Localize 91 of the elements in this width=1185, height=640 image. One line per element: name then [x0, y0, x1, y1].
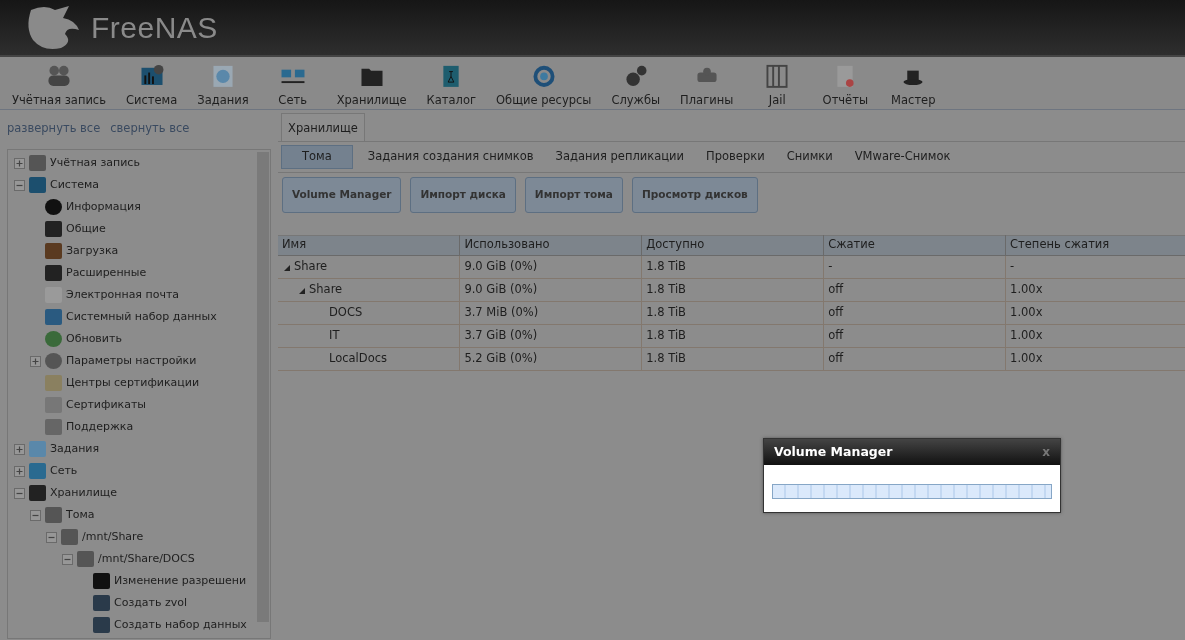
tree-item[interactable]: Обновить [66, 331, 122, 348]
table-cell: 3.7 GiB (0%) [459, 324, 642, 347]
table-cell: - [1005, 255, 1185, 278]
column-header: Степень сжатия [1005, 235, 1185, 255]
tree-item[interactable]: Центры сертификации [66, 375, 200, 392]
column-header: Использовано [459, 235, 642, 255]
toolbar-button[interactable]: Плагины [674, 57, 740, 109]
tree-item[interactable]: Тома [66, 507, 95, 524]
table-cell: off [823, 301, 1006, 324]
triangle-icon[interactable] [299, 286, 305, 295]
logo-text: FreeNAS [91, 10, 218, 46]
table-cell: 1.8 TiB [641, 301, 824, 324]
table-cell: 9.0 GiB (0%) [459, 278, 642, 301]
toolbar-button[interactable]: Каталог [420, 57, 482, 109]
close-button[interactable]: x [1042, 443, 1050, 461]
table-cell: 1.8 TiB [641, 324, 824, 347]
name-text: Share [309, 281, 343, 296]
tab[interactable]: VMware-Снимок [847, 145, 958, 169]
tab[interactable]: Снимки [779, 145, 840, 169]
tree-item[interactable]: /mnt/Share/DOCS [98, 551, 195, 568]
expand-icon[interactable] [30, 355, 41, 367]
tree-item[interactable]: Задания [50, 441, 100, 458]
collapse-icon[interactable] [46, 531, 57, 543]
collapse-icon[interactable] [62, 553, 73, 565]
table-cell: - [823, 255, 1006, 278]
expand-icon[interactable] [14, 443, 25, 455]
tree-item[interactable]: Сеть [50, 463, 78, 480]
name-text: DOCS [329, 304, 363, 319]
tree-item[interactable]: Система [50, 177, 100, 194]
toolbar-button[interactable]: Хранилище [330, 57, 413, 109]
tab[interactable]: Тома [281, 145, 353, 169]
collapse-icon[interactable] [14, 179, 25, 191]
toolbar-button[interactable]: Службы [605, 57, 667, 109]
action-button[interactable]: Просмотр дисков [631, 176, 758, 213]
table-cell: 1.8 TiB [641, 255, 824, 278]
table-cell: 1.00x [1005, 278, 1185, 301]
toolbar-button[interactable]: Задания [191, 57, 255, 109]
collapse-icon[interactable] [30, 509, 41, 521]
collapse-icon[interactable] [14, 487, 25, 499]
table-cell: off [823, 347, 1006, 370]
name-text: LocalDocs [329, 350, 387, 365]
tree-item[interactable]: Информация [66, 199, 141, 216]
dialog-title: Volume Manager [774, 442, 893, 461]
link[interactable]: свернуть все [110, 121, 190, 135]
table-cell: off [823, 278, 1006, 301]
tree-item[interactable]: Параметры настройки [66, 353, 197, 370]
tree-item[interactable]: Создать набор данных [114, 617, 247, 634]
action-button[interactable]: Импорт диска [410, 176, 516, 213]
tree-item[interactable]: Системный набор данных [66, 309, 217, 326]
tree-item[interactable]: Общие [66, 221, 106, 238]
tab[interactable]: Хранилище [281, 113, 365, 142]
triangle-icon[interactable] [284, 263, 290, 272]
toolbar-button[interactable]: Сеть [262, 57, 323, 109]
expand-icon[interactable] [14, 157, 25, 169]
toolbar-button[interactable]: Общие ресурсы [490, 57, 598, 109]
tree-item[interactable]: Хранилище [50, 485, 117, 502]
name-text: Share [294, 258, 328, 273]
toolbar-button[interactable]: Отчёты [815, 57, 876, 109]
table-cell: 3.7 MiB (0%) [459, 301, 642, 324]
tree-item[interactable]: Изменение разрешени [114, 573, 247, 590]
toolbar-button[interactable]: Мастер [883, 57, 944, 109]
table-cell: 1.8 TiB [641, 347, 824, 370]
table-cell: 1.00x [1005, 324, 1185, 347]
column-header: Сжатие [823, 235, 1006, 255]
action-button[interactable]: Импорт тома [524, 176, 623, 213]
toolbar-button[interactable]: Учётная запись [6, 57, 112, 109]
table-cell: 1.00x [1005, 347, 1185, 370]
table-cell: 5.2 GiB (0%) [459, 347, 642, 370]
tree-item[interactable]: Поддержка [66, 419, 134, 436]
action-button[interactable]: Volume Manager [282, 176, 402, 213]
name-text: IT [329, 327, 340, 342]
toolbar-button[interactable]: Jail [747, 57, 808, 109]
tree-item[interactable]: Электронная почта [66, 287, 180, 304]
table-cell: off [823, 324, 1006, 347]
expand-icon[interactable] [14, 465, 25, 477]
tree-item[interactable]: Создать zvol [114, 595, 188, 612]
table-cell: 9.0 GiB (0%) [459, 255, 642, 278]
column-header: Имя [278, 235, 460, 255]
toolbar-button[interactable]: Система [120, 57, 184, 109]
tree-item[interactable]: Расширенные [66, 265, 147, 282]
table-cell: 1.8 TiB [641, 278, 824, 301]
tab[interactable]: Задания репликации [548, 145, 692, 169]
column-header: Доступно [641, 235, 824, 255]
tab[interactable]: Задания создания снимков [360, 145, 541, 169]
tree-item[interactable]: /mnt/Share [82, 529, 144, 546]
tab[interactable]: Проверки [699, 145, 772, 169]
table-cell: 1.00x [1005, 301, 1185, 324]
link[interactable]: развернуть все [7, 121, 101, 135]
tree-item[interactable]: Сертификаты [66, 397, 147, 414]
tree-item[interactable]: Загрузка [66, 243, 119, 260]
tree-item[interactable]: Учётная запись [50, 155, 140, 172]
